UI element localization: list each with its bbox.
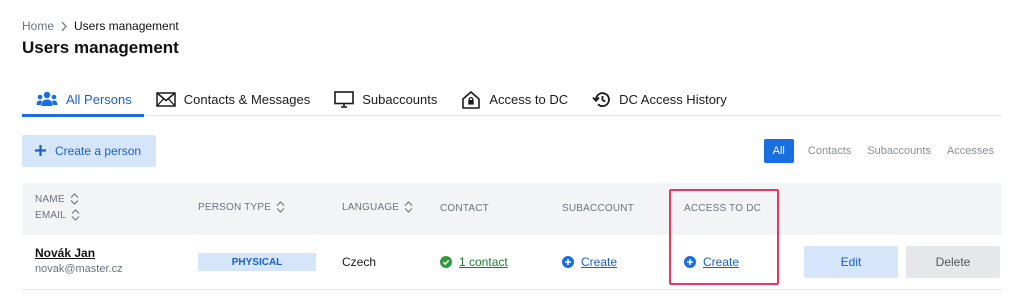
create-access-link[interactable]: Create [684, 255, 739, 269]
history-icon [592, 91, 611, 108]
subaccount-cell: Create [562, 255, 617, 269]
tab-bar: All Persons Contacts & Messages Subaccou… [22, 82, 1002, 117]
header-name[interactable]: NAME [35, 193, 79, 205]
house-lock-icon [461, 90, 481, 109]
person-type-badge: PHYSICAL [198, 253, 316, 271]
plus-circle-icon [562, 256, 574, 268]
tab-label: All Persons [66, 91, 132, 107]
header-language[interactable]: LANGUAGE [342, 201, 413, 213]
page-title: Users management [22, 38, 179, 57]
header-email[interactable]: EMAIL [35, 209, 80, 221]
tab-access-to-dc[interactable]: Access to DC [449, 82, 580, 116]
sort-icon [404, 201, 413, 213]
tab-label: DC Access History [619, 91, 727, 107]
tab-label: Subaccounts [362, 91, 438, 107]
tab-dc-access-history[interactable]: DC Access History [580, 82, 739, 116]
filter-all[interactable]: All [763, 139, 794, 163]
plus-icon [34, 142, 47, 160]
sort-icon [71, 209, 80, 221]
breadcrumb: Home Users management [22, 19, 179, 33]
monitor-icon [334, 90, 355, 108]
filter-subaccounts[interactable]: Subaccounts [859, 139, 939, 163]
create-person-button[interactable]: Create a person [22, 135, 156, 167]
sort-icon [276, 201, 285, 213]
table-row: Novák Jan novak@master.cz PHYSICAL Czech… [22, 235, 1002, 290]
person-email: novak@master.cz [35, 263, 123, 275]
chevron-right-icon [60, 21, 68, 32]
tab-all-persons[interactable]: All Persons [22, 82, 144, 117]
contact-link[interactable]: 1 contact [440, 255, 508, 269]
access-to-dc-cell: Create [684, 255, 739, 269]
filter-accesses[interactable]: Accesses [939, 139, 1002, 163]
create-person-label: Create a person [55, 144, 142, 158]
plus-circle-icon [684, 256, 696, 268]
persons-icon [36, 91, 58, 107]
tab-subaccounts[interactable]: Subaccounts [322, 82, 449, 116]
language-cell: Czech [342, 255, 377, 269]
check-circle-icon [440, 256, 452, 268]
tab-label: Access to DC [489, 91, 569, 107]
contact-cell: 1 contact [440, 255, 508, 269]
create-subaccount-link[interactable]: Create [562, 255, 617, 269]
person-name-link[interactable]: Novák Jan [35, 246, 123, 260]
header-access-to-dc: ACCESS TO DC [684, 203, 762, 214]
tab-contacts-messages[interactable]: Contacts & Messages [144, 82, 322, 116]
delete-button[interactable]: Delete [906, 246, 1000, 278]
table-header: NAME EMAIL PERSON TYPE LANGUAGE CONTACT … [22, 183, 1002, 235]
tab-label: Contacts & Messages [183, 91, 311, 107]
header-subaccount: SUBACCOUNT [562, 203, 635, 214]
breadcrumb-home[interactable]: Home [22, 19, 54, 33]
person-cell: Novák Jan novak@master.cz [35, 246, 123, 275]
person-type-cell: PHYSICAL [198, 253, 316, 271]
filter-contacts[interactable]: Contacts [800, 139, 859, 163]
edit-button[interactable]: Edit [804, 246, 898, 278]
sort-icon [70, 193, 79, 205]
filter-group: All Contacts Subaccounts Accesses [763, 139, 1002, 163]
breadcrumb-current: Users management [74, 19, 179, 33]
header-person-type[interactable]: PERSON TYPE [198, 201, 285, 213]
header-contact: CONTACT [440, 203, 489, 214]
envelope-icon [156, 91, 176, 107]
